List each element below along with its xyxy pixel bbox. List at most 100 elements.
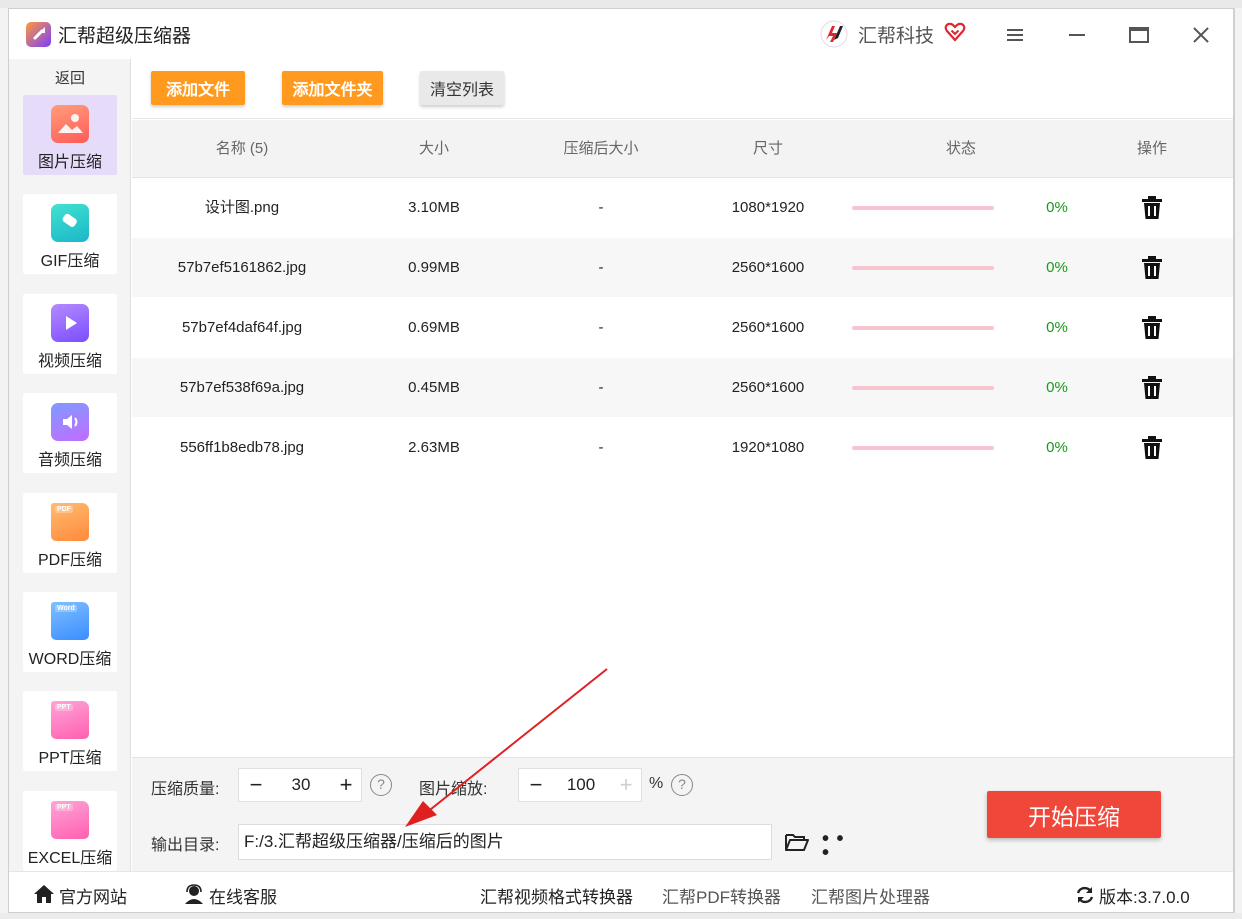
percent-cell: 0% <box>1046 319 1068 336</box>
excel-tag: PPT <box>55 804 73 811</box>
file-table: 名称 (5) 大小 压缩后大小 尺寸 状态 操作 设计图.png 3.10MB - 1… <box>132 120 1233 757</box>
add-file-button[interactable]: 添加文件 <box>151 71 245 105</box>
start-compress-button[interactable]: 开始压缩 <box>987 791 1161 838</box>
scale-unit: % <box>649 775 664 792</box>
dimensions-cell: 1080*1920 <box>731 199 805 216</box>
word-file-icon: Word <box>51 602 89 640</box>
pdf-tag: PDF <box>55 506 73 513</box>
file-size-cell: 3.10MB <box>408 199 460 216</box>
table-row[interactable]: 57b7ef4daf64f.jpg 0.69MB - 2560*1600 0% <box>132 298 1233 357</box>
sidebar-item-label: EXCEL压缩 <box>27 850 113 867</box>
quality-stepper[interactable]: − 30 + <box>238 768 362 802</box>
clear-list-button[interactable]: 清空列表 <box>420 71 504 105</box>
heart-badge-icon[interactable] <box>944 21 966 43</box>
trash-icon[interactable] <box>1141 316 1163 340</box>
maximize-button[interactable] <box>1125 21 1153 49</box>
excel-file-icon: PPT <box>51 801 89 839</box>
app-window: 汇帮超级压缩器 汇帮科技 返回 图片压缩 GIF压缩 视频压缩 音频压缩 PDF… <box>8 8 1234 913</box>
compressed-size-cell: - <box>598 199 604 216</box>
table-header: 名称 (5) 大小 压缩后大小 尺寸 状态 操作 <box>132 120 1233 178</box>
sidebar-item-audio-compress[interactable]: 音频压缩 <box>23 393 117 473</box>
refresh-icon[interactable] <box>1075 885 1095 905</box>
dimensions-cell: 2560*1600 <box>731 379 805 396</box>
settings-panel: 压缩质量: − 30 + ? 图片缩放: − 100 + % ? 输出目录: F… <box>132 757 1233 871</box>
sidebar-item-video-compress[interactable]: 视频压缩 <box>23 294 117 374</box>
add-folder-button[interactable]: 添加文件夹 <box>282 71 383 105</box>
app-title: 汇帮超级压缩器 <box>58 26 192 47</box>
file-name-cell: 57b7ef4daf64f.jpg <box>181 319 303 336</box>
sidebar-item-label: 图片压缩 <box>37 154 102 171</box>
maximize-icon <box>1129 27 1149 43</box>
header-dimensions[interactable]: 尺寸 <box>686 120 850 178</box>
footer-link-pdf-converter[interactable]: 汇帮PDF转换器 <box>662 883 781 908</box>
file-name-cell: 57b7ef5161862.jpg <box>177 259 307 276</box>
background-app-edge-left <box>0 8 8 919</box>
file-size-cell: 0.99MB <box>408 259 460 276</box>
customer-service-icon <box>185 884 203 904</box>
sidebar-item-word-compress[interactable]: Word WORD压缩 <box>23 592 117 672</box>
scale-value[interactable]: 100 <box>553 769 609 801</box>
file-name-cell: 556ff1b8edb78.jpg <box>179 439 304 456</box>
trash-icon[interactable] <box>1141 436 1163 460</box>
sidebar-item-label: WORD压缩 <box>28 651 112 668</box>
more-options-icon[interactable]: • • • <box>822 829 846 863</box>
background-app-edge <box>0 0 1242 8</box>
file-size-cell: 0.45MB <box>408 379 460 396</box>
header-name[interactable]: 名称 (5) <box>132 120 352 178</box>
quality-help-icon[interactable]: ? <box>370 774 392 796</box>
progress-bar <box>852 326 994 330</box>
home-icon <box>34 885 54 903</box>
table-row[interactable]: 57b7ef5161862.jpg 0.99MB - 2560*1600 0% <box>132 238 1233 297</box>
table-row[interactable]: 556ff1b8edb78.jpg 2.63MB - 1920*1080 0% <box>132 418 1233 477</box>
sidebar-item-label: GIF压缩 <box>40 253 100 270</box>
table-row[interactable]: 57b7ef538f69a.jpg 0.45MB - 2560*1600 0% <box>132 358 1233 417</box>
brand-logo-icon <box>820 20 848 48</box>
footer-link-image-processor[interactable]: 汇帮图片处理器 <box>811 883 930 908</box>
trash-icon[interactable] <box>1141 196 1163 220</box>
quality-decrease-button[interactable]: − <box>239 769 273 801</box>
official-website-link[interactable]: 官方网站 <box>59 883 127 908</box>
progress-bar <box>852 446 994 450</box>
gif-icon <box>51 204 89 242</box>
file-size-cell: 0.69MB <box>408 319 460 336</box>
scale-help-icon[interactable]: ? <box>671 774 693 796</box>
scale-stepper[interactable]: − 100 + <box>518 768 642 802</box>
footer-bar: 官方网站 在线客服 汇帮视频格式转换器 汇帮PDF转换器 汇帮图片处理器 版本:… <box>9 871 1233 912</box>
menu-icon[interactable] <box>1001 21 1029 49</box>
ppt-tag: PPT <box>55 704 73 711</box>
percent-cell: 0% <box>1046 439 1068 456</box>
title-bar[interactable]: 汇帮超级压缩器 汇帮科技 <box>9 9 1233 59</box>
footer-link-video-converter[interactable]: 汇帮视频格式转换器 <box>480 883 633 908</box>
trash-icon[interactable] <box>1141 376 1163 400</box>
version-label: 版本:3.7.0.0 <box>1099 888 1190 907</box>
output-dir-field[interactable]: F:/3.汇帮超级压缩器/压缩后的图片 <box>238 824 772 860</box>
compressed-size-cell: - <box>598 319 604 336</box>
header-size[interactable]: 大小 <box>352 120 516 178</box>
close-button[interactable] <box>1187 21 1215 49</box>
folder-open-icon[interactable] <box>785 832 809 852</box>
header-status: 状态 <box>945 140 976 157</box>
compressed-size-cell: - <box>598 259 604 276</box>
minimize-button[interactable] <box>1063 21 1091 49</box>
sidebar-item-pdf-compress[interactable]: PDF PDF压缩 <box>23 493 117 573</box>
sidebar-item-excel-compress[interactable]: PPT EXCEL压缩 <box>23 791 117 871</box>
sidebar-item-gif-compress[interactable]: GIF压缩 <box>23 194 117 274</box>
minimize-icon <box>1069 34 1085 36</box>
header-compressed-size[interactable]: 压缩后大小 <box>516 120 686 178</box>
percent-cell: 0% <box>1046 199 1068 216</box>
sidebar-item-ppt-compress[interactable]: PPT PPT压缩 <box>23 691 117 771</box>
sidebar-item-image-compress[interactable]: 图片压缩 <box>23 95 117 175</box>
scale-decrease-button[interactable]: − <box>519 769 553 801</box>
trash-icon[interactable] <box>1141 256 1163 280</box>
dimensions-cell: 2560*1600 <box>731 319 805 336</box>
table-row[interactable]: 设计图.png 3.10MB - 1080*1920 0% <box>132 178 1233 237</box>
scale-increase-button[interactable]: + <box>609 769 643 801</box>
sidebar-item-label: 音频压缩 <box>37 452 102 469</box>
back-link[interactable]: 返回 <box>9 67 131 88</box>
quality-value[interactable]: 30 <box>273 769 329 801</box>
sidebar-item-label: 视频压缩 <box>37 353 102 370</box>
toolbar: 添加文件 添加文件夹 清空列表 <box>132 59 1233 119</box>
online-support-link[interactable]: 在线客服 <box>209 883 277 908</box>
pdf-file-icon: PDF <box>51 503 89 541</box>
quality-increase-button[interactable]: + <box>329 769 363 801</box>
